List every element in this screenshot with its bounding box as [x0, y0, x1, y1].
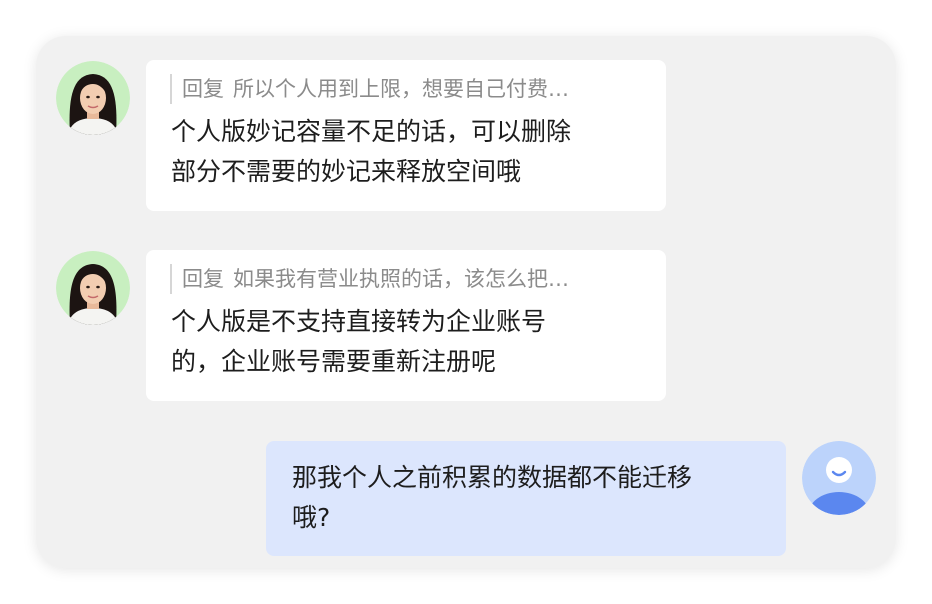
reply-quote-text: 如果我有营业执照的话，该怎么把… [233, 267, 569, 291]
reply-quote-text: 所以个人用到上限，想要自己付费… [233, 77, 569, 101]
message-text: 个人版是不支持直接转为企业账号 的，企业账号需要重新注册呢 [171, 302, 546, 382]
message-line: 个人版妙记容量不足的话，可以删除 [171, 117, 572, 146]
message-line: 的，企业账号需要重新注册呢 [171, 347, 497, 376]
message-line: 个人版是不支持直接转为企业账号 [171, 307, 547, 336]
agent-message-bubble[interactable]: 回复 如果我有营业执照的话，该怎么把… 个人版是不支持直接转为企业账号 的，企业账… [146, 250, 666, 401]
message-agent-2: 回复 如果我有营业执照的话，该怎么把… 个人版是不支持直接转为企业账号 的，企业账… [36, 226, 896, 426]
reply-prefix: 回复 [182, 77, 224, 101]
default-user-icon [802, 441, 876, 515]
message-text: 那我个人之前积累的数据都不能迁移 哦? [292, 458, 692, 538]
reply-quote[interactable]: 回复 如果我有营业执照的话，该怎么把… [170, 264, 569, 294]
reply-prefix: 回复 [182, 267, 224, 291]
woman-portrait-icon [56, 61, 130, 135]
agent-avatar[interactable] [56, 251, 130, 325]
message-line: 那我个人之前积累的数据都不能迁移 [292, 463, 693, 492]
agent-message-bubble[interactable]: 回复 所以个人用到上限，想要自己付费… 个人版妙记容量不足的话，可以删除 部分不需… [146, 60, 666, 211]
message-text: 个人版妙记容量不足的话，可以删除 部分不需要的妙记来释放空间哦 [171, 112, 571, 192]
message-user-1: 那我个人之前积累的数据都不能迁移 哦? [36, 416, 896, 566]
user-message-bubble[interactable]: 那我个人之前积累的数据都不能迁移 哦? [266, 441, 786, 556]
message-line: 部分不需要的妙记来释放空间哦 [171, 157, 522, 186]
message-agent-1: 回复 所以个人用到上限，想要自己付费… 个人版妙记容量不足的话，可以删除 部分不需… [36, 36, 896, 236]
reply-quote[interactable]: 回复 所以个人用到上限，想要自己付费… [170, 74, 569, 104]
message-line: 哦? [292, 503, 331, 532]
chat-window: 回复 所以个人用到上限，想要自己付费… 个人版妙记容量不足的话，可以删除 部分不需… [36, 36, 896, 568]
agent-avatar[interactable] [56, 61, 130, 135]
user-avatar[interactable] [802, 441, 876, 515]
woman-portrait-icon [56, 251, 130, 325]
